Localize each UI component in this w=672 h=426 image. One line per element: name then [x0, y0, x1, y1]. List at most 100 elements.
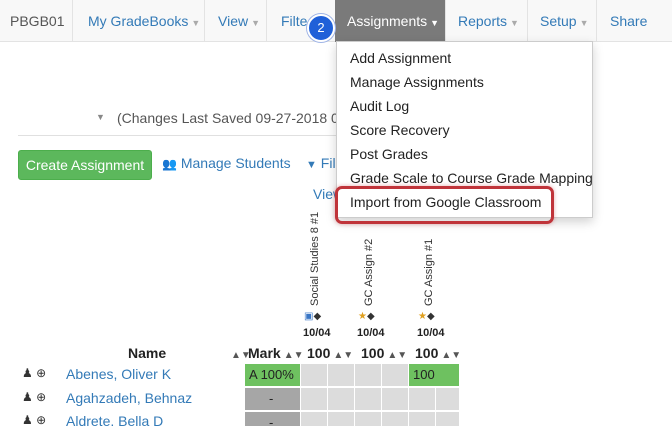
score-cell[interactable]: 100	[409, 364, 460, 387]
mark-cell[interactable]: -	[245, 412, 301, 426]
student-name-link[interactable]: Aldrete, Bella D	[66, 413, 163, 426]
nav-my-gradebooks[interactable]: My GradeBooks ▼	[88, 0, 200, 42]
name-header-label: Name	[128, 345, 167, 361]
sort-icon: ▲▼	[441, 350, 462, 361]
nav-share[interactable]: Share	[610, 0, 647, 42]
menu-item-manage-assignments[interactable]: Manage Assignments	[350, 74, 484, 90]
highlight-callout	[335, 186, 554, 224]
nav-reports[interactable]: Reports ▼	[458, 0, 519, 42]
points-header[interactable]: 100 ▲▼	[307, 345, 353, 361]
star-icon: ★	[418, 311, 427, 322]
menu-item-audit-log[interactable]: Audit Log	[350, 98, 409, 114]
tag-icon: ◆	[313, 311, 322, 322]
chevron-down-icon: ▼	[579, 18, 589, 28]
sort-icon: ▲▼	[387, 350, 408, 361]
nav-divider	[266, 0, 267, 42]
filter-link[interactable]: ▼ Fil	[306, 155, 336, 171]
menu-item-post-grades[interactable]: Post Grades	[350, 146, 428, 162]
points-header-label: 100	[415, 345, 439, 361]
score-cell[interactable]	[382, 388, 409, 411]
chevron-down-icon: ▼	[191, 18, 201, 28]
student-name-link[interactable]: Agahzadeh, Behnaz	[66, 390, 192, 406]
mark-cell[interactable]: A 100%	[245, 364, 301, 387]
score-cell[interactable]	[301, 388, 328, 411]
menu-item-score-recovery[interactable]: Score Recovery	[350, 122, 450, 138]
mark-value: -	[269, 391, 274, 406]
points-header[interactable]: 100 ▲▼	[415, 345, 461, 361]
score-cell[interactable]	[355, 364, 382, 387]
mark-value: -	[269, 415, 274, 426]
score-cell[interactable]	[382, 412, 409, 426]
row-icons: ♟ ⊕	[22, 413, 46, 426]
nav-my-gradebooks-label: My GradeBooks	[88, 13, 189, 29]
score-cell[interactable]	[328, 364, 355, 387]
top-navbar: PBGB01 My GradeBooks ▼ View ▼ Filte Assign…	[0, 0, 672, 42]
score-cell[interactable]	[328, 412, 355, 426]
nav-divider	[596, 0, 597, 42]
column-date: 10/04	[357, 327, 385, 339]
mark-cell[interactable]: -	[245, 388, 301, 411]
column-title[interactable]: GC Assign #1	[423, 239, 435, 306]
mark-header[interactable]: Mark ▲▼	[248, 345, 303, 361]
nav-assignments[interactable]: Assignments ▼	[335, 0, 445, 42]
nav-divider	[445, 0, 446, 42]
manage-students-label: Manage Students	[180, 155, 291, 171]
score-cell[interactable]	[355, 412, 382, 426]
gradebook-brand[interactable]: PBGB01	[10, 0, 64, 42]
score-cell[interactable]	[301, 412, 328, 426]
download-icon[interactable]: ⊕	[36, 366, 46, 380]
menu-item-grade-scale-mapping[interactable]: Grade Scale to Course Grade Mapping	[350, 170, 593, 186]
chevron-down-icon: ▼	[430, 18, 440, 28]
sort-icon: ▲▼	[333, 350, 354, 361]
assignment-icons: ★◆	[358, 311, 375, 322]
nav-view[interactable]: View ▼	[218, 0, 260, 42]
tag-icon: ◆	[426, 311, 435, 322]
chevron-down-icon: ▼	[510, 18, 519, 28]
column-title[interactable]: GC Assign #2	[363, 239, 375, 306]
step-badge: 2	[307, 14, 335, 42]
filter-label: Fil	[320, 155, 336, 171]
tag-icon: ◆	[366, 311, 375, 322]
filter-icon: ▼	[306, 159, 317, 171]
student-name-link[interactable]: Abenes, Oliver K	[66, 366, 171, 382]
column-date: 10/04	[417, 327, 445, 339]
user-icon[interactable]: ♟	[22, 413, 33, 426]
user-icon[interactable]: ♟	[22, 366, 33, 380]
score-cell[interactable]	[436, 412, 460, 426]
score-cell[interactable]	[436, 388, 460, 411]
caret-down-icon[interactable]: ▼	[96, 112, 105, 122]
nav-divider	[527, 0, 528, 42]
points-header[interactable]: 100 ▲▼	[361, 345, 407, 361]
score-cell[interactable]	[355, 388, 382, 411]
manage-students-link[interactable]: 👥 Manage Students	[162, 155, 291, 171]
column-date: 10/04	[303, 327, 331, 339]
score-cell[interactable]	[409, 388, 436, 411]
nav-divider	[204, 0, 205, 42]
assignment-icons: ★◆	[418, 311, 435, 322]
score-cell[interactable]	[409, 412, 436, 426]
sort-icon: ▲▼	[283, 350, 304, 361]
assignment-icons: ▣◆	[304, 311, 321, 322]
menu-item-add-assignment[interactable]: Add Assignment	[350, 50, 451, 66]
divider	[18, 135, 338, 136]
user-icon[interactable]: ♟	[22, 390, 33, 404]
column-title[interactable]: Social Studies 8 #1	[309, 212, 321, 306]
create-assignment-button[interactable]: Create Assignment	[18, 150, 152, 180]
name-header[interactable]: Name	[128, 345, 166, 361]
points-header-label: 100	[361, 345, 385, 361]
score-cell[interactable]	[382, 364, 409, 387]
score-cell[interactable]	[328, 388, 355, 411]
download-icon[interactable]: ⊕	[36, 390, 46, 404]
nav-setup[interactable]: Setup ▼	[540, 0, 589, 42]
score-cell[interactable]	[301, 364, 328, 387]
mark-header-label: Mark	[248, 345, 281, 361]
chevron-down-icon: ▼	[251, 18, 261, 28]
points-header-label: 100	[307, 345, 331, 361]
score-value: 100	[413, 367, 435, 382]
users-icon: 👥	[162, 157, 177, 171]
nav-divider	[72, 0, 73, 42]
star-icon: ★	[358, 311, 367, 322]
download-icon[interactable]: ⊕	[36, 413, 46, 426]
nav-reports-label: Reports	[458, 13, 508, 29]
row-icons: ♟ ⊕	[22, 390, 46, 404]
